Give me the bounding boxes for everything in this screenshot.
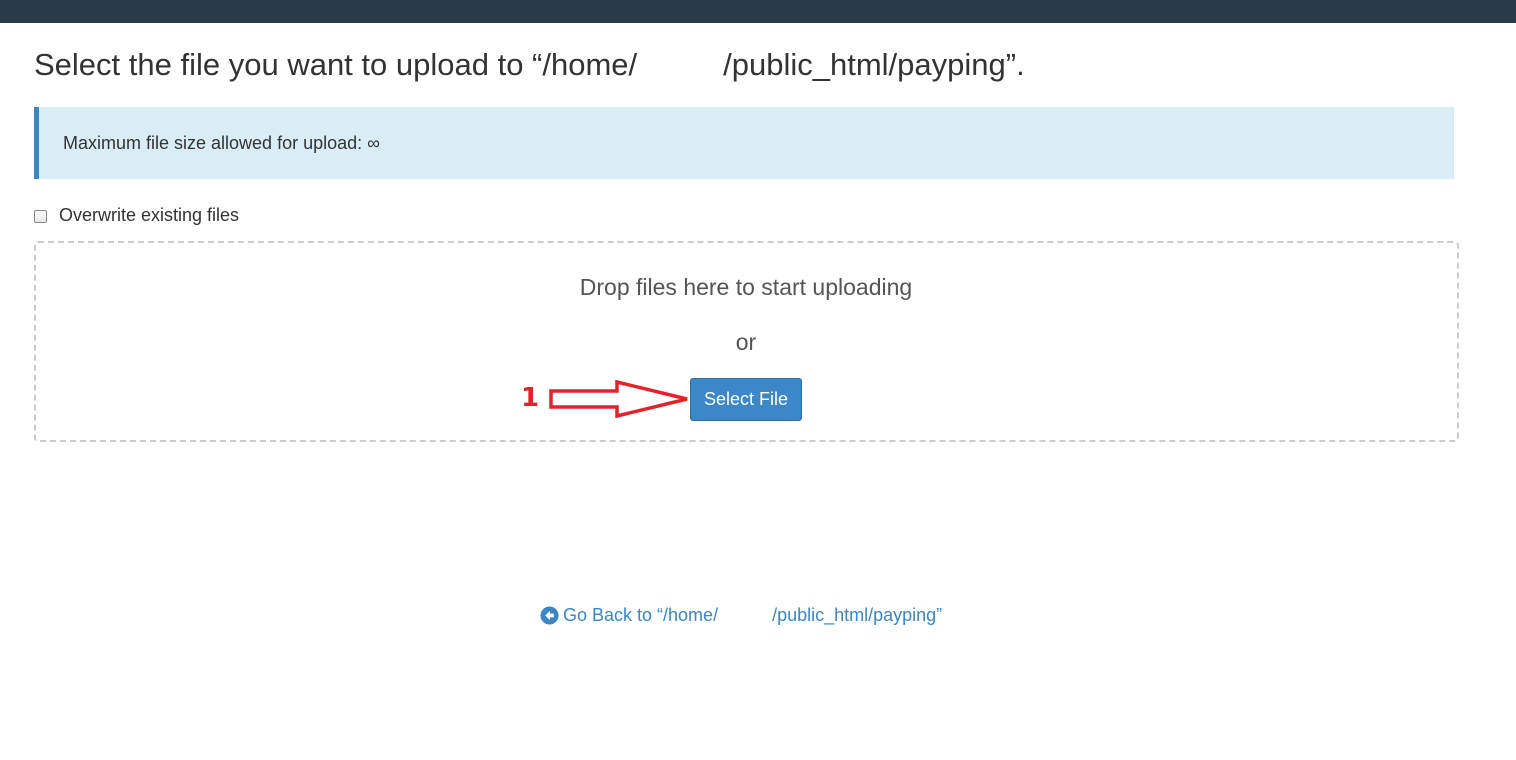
go-back-link[interactable]: Go Back to “/home/ /public_html/payping” <box>540 602 942 628</box>
overwrite-checkbox[interactable] <box>34 209 47 223</box>
max-file-size-label: Maximum file size allowed for upload: ∞ <box>63 132 380 153</box>
or-separator-text: or <box>735 329 757 355</box>
page-title-suffix: /public_html/payping”. <box>723 47 1025 82</box>
max-file-size-info: Maximum file size allowed for upload: ∞ <box>34 107 1454 179</box>
annotation-step-number: 1 <box>521 383 540 413</box>
annotation-arrow-icon <box>549 379 688 418</box>
overwrite-existing-option[interactable]: Overwrite existing files <box>34 203 239 227</box>
drop-files-text: Drop files here to start uploading <box>579 274 913 300</box>
page-title-prefix: Select the file you want to upload to “/… <box>34 47 638 82</box>
arrow-circle-left-icon <box>540 605 559 625</box>
overwrite-label: Overwrite existing files <box>59 204 240 225</box>
select-file-label: Select File <box>703 389 789 409</box>
select-file-button[interactable]: Select File <box>690 378 802 421</box>
top-navigation-bar <box>0 0 1516 23</box>
page-title: Select the file you want to upload to “/… <box>34 44 1025 86</box>
go-back-suffix: /public_html/payping” <box>772 604 943 625</box>
go-back-prefix: Go Back to “/home/ <box>563 604 719 625</box>
